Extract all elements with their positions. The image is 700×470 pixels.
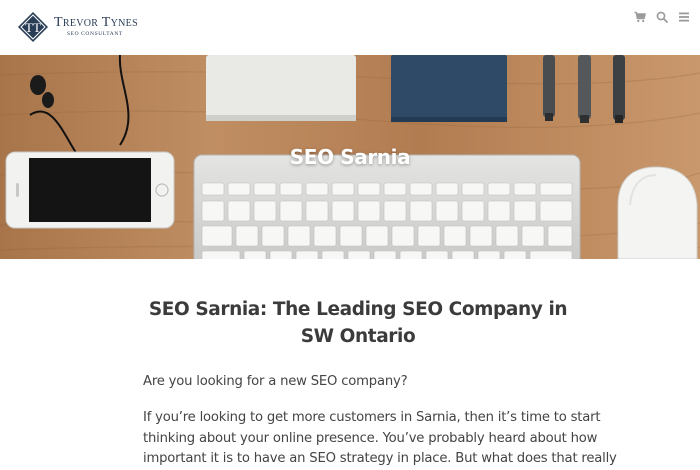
page-title: SEO Sarnia: The Leading SEO Company in S… bbox=[148, 299, 568, 347]
main-content: SEO Sarnia: The Leading SEO Company in S… bbox=[143, 296, 617, 466]
body-paragraph: If you’re looking to get more customers … bbox=[143, 408, 617, 470]
menu-icon[interactable] bbox=[678, 11, 690, 23]
header-icons bbox=[634, 11, 690, 23]
body-line: If you’re looking to get more customers … bbox=[143, 410, 601, 425]
cart-icon[interactable] bbox=[634, 11, 646, 23]
brand[interactable]: Trevor Tynes SEO Consultant bbox=[54, 15, 138, 38]
logo-icon[interactable]: TT bbox=[17, 11, 49, 43]
intro-paragraph: Are you looking for a new SEO company? bbox=[143, 374, 408, 389]
brand-name: Trevor Tynes bbox=[54, 15, 138, 30]
hero-title: SEO Sarnia bbox=[289, 145, 411, 169]
body-line: thinking about your online presence. You… bbox=[143, 430, 598, 446]
body-line: important it is to have an SEO strategy … bbox=[143, 451, 617, 466]
logo-monogram: TT bbox=[25, 20, 41, 35]
brand-tagline: SEO Consultant bbox=[67, 31, 123, 37]
search-icon[interactable] bbox=[656, 11, 668, 23]
hero-banner: SEO Sarnia bbox=[0, 55, 700, 259]
site-header: TT Trevor Tynes SEO Consultant bbox=[0, 0, 700, 55]
